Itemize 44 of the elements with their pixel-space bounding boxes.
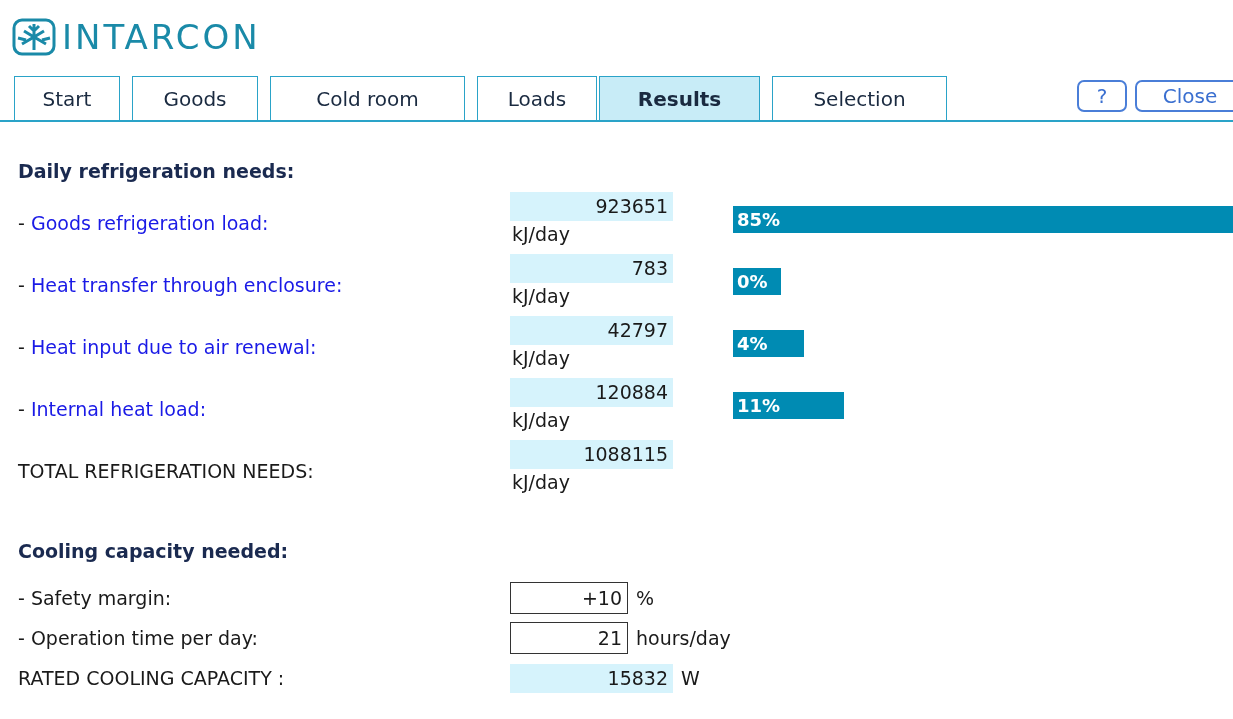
tab[interactable]: Cold room bbox=[270, 76, 465, 120]
unit-label: kJ/day bbox=[511, 408, 571, 433]
section-heading: Cooling capacity needed: bbox=[18, 540, 290, 564]
unit-label: kJ/day bbox=[511, 222, 571, 247]
total-label: TOTAL REFRIGERATION NEEDS: bbox=[18, 460, 314, 482]
percentage-bar: 11% bbox=[733, 392, 844, 419]
unit-label: % bbox=[636, 587, 655, 609]
unit-label: kJ/day bbox=[511, 346, 571, 371]
value-display: 120884 bbox=[510, 378, 673, 407]
toolbar-button[interactable]: Close bbox=[1135, 80, 1233, 112]
field-label: - Safety margin: bbox=[18, 587, 173, 609]
percentage-bar: 0% bbox=[733, 268, 781, 295]
tab[interactable]: Results bbox=[599, 76, 760, 120]
dash-mark: - bbox=[18, 274, 25, 296]
load-link[interactable]: Goods refrigeration load: bbox=[30, 212, 269, 234]
input-field[interactable]: +10 bbox=[510, 582, 628, 614]
unit-label: kJ/day bbox=[511, 470, 571, 495]
unit-label: W bbox=[681, 667, 700, 689]
dash-mark: - bbox=[18, 336, 25, 358]
toolbar-button[interactable]: ? bbox=[1077, 80, 1127, 112]
tab[interactable]: Goods bbox=[132, 76, 258, 120]
value-display: 42797 bbox=[510, 316, 673, 345]
field-label: RATED COOLING CAPACITY : bbox=[18, 667, 286, 689]
percentage-bar: 85% bbox=[733, 206, 1233, 233]
value-display: 923651 bbox=[510, 192, 673, 221]
value-display: 783 bbox=[510, 254, 673, 283]
load-link[interactable]: Heat input due to air renewal: bbox=[30, 336, 317, 358]
tab[interactable]: Selection bbox=[772, 76, 947, 120]
value-display: 15832 bbox=[510, 663, 673, 693]
section-heading: Daily refrigeration needs: bbox=[18, 160, 296, 184]
value-display: 1088115 bbox=[510, 440, 673, 469]
load-link[interactable]: Internal heat load: bbox=[30, 398, 207, 420]
tab[interactable]: Loads bbox=[477, 76, 597, 120]
unit-label: kJ/day bbox=[511, 284, 571, 309]
tab[interactable]: Start bbox=[14, 76, 120, 120]
snowflake-logo-icon bbox=[12, 18, 56, 56]
percentage-bar: 4% bbox=[733, 330, 804, 357]
dash-mark: - bbox=[18, 212, 25, 234]
load-link[interactable]: Heat transfer through enclosure: bbox=[30, 274, 343, 296]
input-field[interactable]: 21 bbox=[510, 622, 628, 654]
field-label: - Operation time per day: bbox=[18, 627, 260, 649]
logo-text: INTARCON bbox=[62, 18, 261, 56]
unit-label: hours/day bbox=[636, 627, 731, 649]
dash-mark: - bbox=[18, 398, 25, 420]
